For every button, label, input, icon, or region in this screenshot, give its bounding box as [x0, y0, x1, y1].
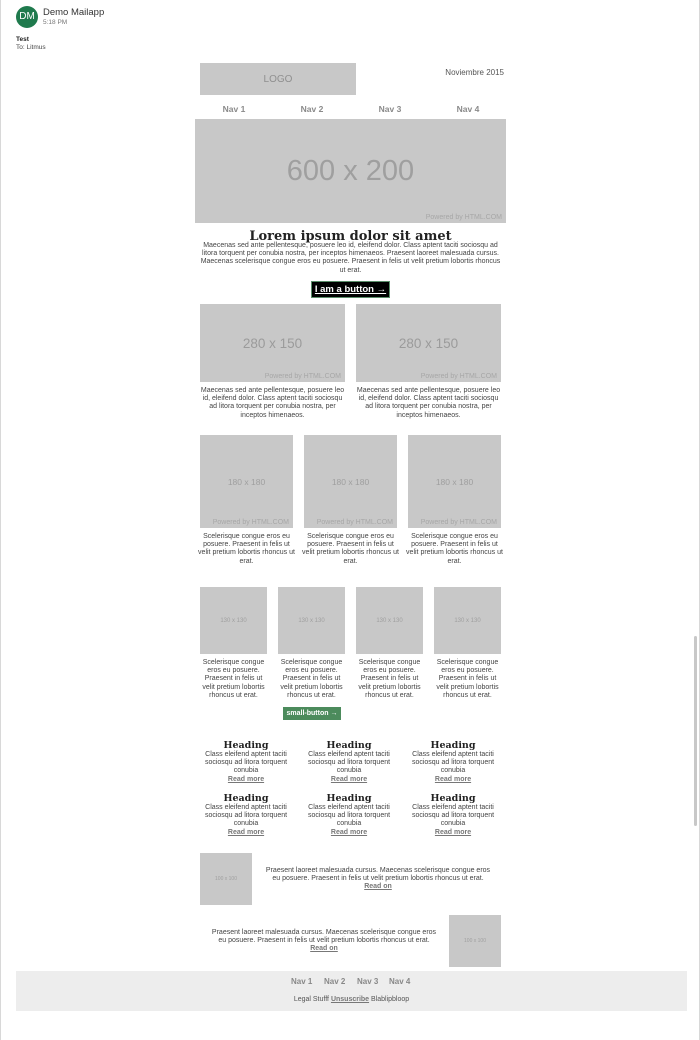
- read-more-link[interactable]: Read more: [198, 776, 294, 784]
- footer-nav-3[interactable]: Nav 3: [357, 977, 378, 986]
- image-280x150-2: 280 x 150 Powered by HTML.COM: [356, 304, 501, 382]
- hero-image-label: 600 x 200: [286, 154, 415, 187]
- heading-block: Heading Class eleifend aptent taciti soc…: [405, 740, 501, 784]
- block-text: Class eleifend aptent taciti sociosqu ad…: [411, 804, 495, 828]
- block-text: Class eleifend aptent taciti sociosqu ad…: [307, 751, 391, 775]
- heading-block: Heading Class eleifend aptent taciti soc…: [301, 793, 397, 837]
- image-label: 100 x 100: [215, 876, 237, 882]
- side-text-body: Praesent laoreet malesuada cursus. Maece…: [211, 929, 437, 945]
- four-col-text-2: Scelerisque congue eros eu posuere. Prae…: [280, 659, 343, 699]
- block-heading: Heading: [430, 793, 476, 804]
- image-label: 180 x 180: [435, 476, 474, 487]
- read-on-link[interactable]: Read on: [364, 883, 392, 890]
- read-more-link[interactable]: Read more: [198, 829, 294, 837]
- powered-by: Powered by HTML.COM: [420, 519, 497, 526]
- block-heading: Heading: [326, 793, 372, 804]
- hero-image: 600 x 200 Powered by HTML.COM: [195, 119, 506, 223]
- block-text: Class eleifend aptent taciti sociosqu ad…: [204, 804, 288, 828]
- image-130x130-4: 130 x 130: [434, 587, 501, 654]
- legal-suffix: Blablipbloop: [371, 996, 410, 1003]
- block-text: Class eleifend aptent taciti sociosqu ad…: [307, 804, 391, 828]
- block-text: Class eleifend aptent taciti sociosqu ad…: [204, 751, 288, 775]
- heading-block: Heading Class eleifend aptent taciti soc…: [198, 793, 294, 837]
- legal-line: Legal Stufff Unsuscribe Blablipbloop: [16, 996, 687, 1003]
- read-more-link[interactable]: Read more: [301, 829, 397, 837]
- image-100x100-left: 100 x 100: [200, 853, 252, 905]
- recipient-line: To: Litmus: [16, 44, 46, 51]
- footer-nav-2[interactable]: Nav 2: [324, 977, 345, 986]
- image-130x130-2: 130 x 130: [278, 587, 345, 654]
- powered-by: Powered by HTML.COM: [212, 519, 289, 526]
- side-text-right: Praesent laoreet malesuada cursus. Maece…: [211, 929, 437, 954]
- image-label: 100 x 100: [464, 938, 486, 944]
- image-130x130-3: 130 x 130: [356, 587, 423, 654]
- image-100x100-right: 100 x 100: [449, 915, 501, 967]
- small-button[interactable]: small-button →: [283, 707, 341, 720]
- unsubscribe-link[interactable]: Unsuscribe: [331, 996, 369, 1003]
- heading-block: Heading Class eleifend aptent taciti soc…: [198, 740, 294, 784]
- side-text-body: Praesent laoreet malesuada cursus. Maece…: [265, 867, 491, 883]
- read-more-link[interactable]: Read more: [405, 829, 501, 837]
- footer-nav-1[interactable]: Nav 1: [291, 977, 312, 986]
- image-180x180-1: 180 x 180 Powered by HTML.COM: [200, 435, 293, 528]
- three-col-text-3: Scelerisque congue eros eu posuere. Prae…: [406, 533, 503, 565]
- image-label: 130 x 130: [376, 617, 403, 624]
- read-on-link[interactable]: Read on: [310, 945, 338, 952]
- nav-link-2[interactable]: Nav 2: [273, 104, 351, 114]
- nav-link-1[interactable]: Nav 1: [195, 104, 273, 114]
- heading-block: Heading Class eleifend aptent taciti soc…: [301, 740, 397, 784]
- image-label: 130 x 130: [220, 617, 247, 624]
- powered-by: Powered by HTML.COM: [316, 519, 393, 526]
- image-180x180-2: 180 x 180 Powered by HTML.COM: [304, 435, 397, 528]
- nav-link-4[interactable]: Nav 4: [429, 104, 507, 114]
- four-col-text-1: Scelerisque congue eros eu posuere. Prae…: [202, 659, 265, 699]
- side-text-left: Praesent laoreet malesuada cursus. Maece…: [265, 867, 491, 892]
- two-col-text-1: Maecenas sed ante pellentesque, posuere …: [200, 387, 345, 419]
- logo-placeholder: LOGO: [200, 63, 356, 95]
- vertical-scrollbar[interactable]: [694, 636, 697, 826]
- legal-text: Legal Stufff: [293, 996, 329, 1003]
- sender-avatar[interactable]: DM: [16, 6, 38, 28]
- issue-date: Noviembre 2015: [445, 68, 504, 77]
- image-label: 180 x 180: [227, 476, 266, 487]
- image-280x150-1: 280 x 150 Powered by HTML.COM: [200, 304, 345, 382]
- sender-name[interactable]: Demo Mailapp: [43, 7, 104, 18]
- image-label: 280 x 150: [398, 335, 459, 351]
- image-label: 130 x 130: [454, 617, 481, 624]
- email-viewer: DM Demo Mailapp 5:18 PM Test To: Litmus …: [0, 0, 700, 1040]
- block-heading: Heading: [223, 793, 269, 804]
- heading-block: Heading Class eleifend aptent taciti soc…: [405, 793, 501, 837]
- hero-powered-by: Powered by HTML.COM: [425, 214, 502, 221]
- to-label: To:: [16, 44, 25, 51]
- intro-text: Maecenas sed ante pellentesque, posuere …: [200, 242, 501, 274]
- image-label: 130 x 130: [298, 617, 325, 624]
- four-col-text-3: Scelerisque congue eros eu posuere. Prae…: [358, 659, 421, 699]
- read-more-link[interactable]: Read more: [301, 776, 397, 784]
- block-text: Class eleifend aptent taciti sociosqu ad…: [411, 751, 495, 775]
- message-time: 5:18 PM: [43, 19, 68, 26]
- two-col-text-2: Maecenas sed ante pellentesque, posuere …: [356, 387, 501, 419]
- image-130x130-1: 130 x 130: [200, 587, 267, 654]
- read-more-link[interactable]: Read more: [405, 776, 501, 784]
- footer: [16, 971, 687, 1011]
- powered-by: Powered by HTML.COM: [420, 373, 497, 380]
- three-col-text-2: Scelerisque congue eros eu posuere. Prae…: [302, 533, 399, 565]
- block-heading: Heading: [326, 740, 372, 751]
- block-heading: Heading: [430, 740, 476, 751]
- four-col-text-4: Scelerisque congue eros eu posuere. Prae…: [436, 659, 499, 699]
- three-col-text-1: Scelerisque congue eros eu posuere. Prae…: [198, 533, 295, 565]
- block-heading: Heading: [223, 740, 269, 751]
- image-label: 180 x 180: [331, 476, 370, 487]
- nav-link-3[interactable]: Nav 3: [351, 104, 429, 114]
- image-180x180-3: 180 x 180 Powered by HTML.COM: [408, 435, 501, 528]
- recipient-name[interactable]: Litmus: [26, 44, 45, 51]
- powered-by: Powered by HTML.COM: [264, 373, 341, 380]
- primary-button[interactable]: I am a button →: [311, 281, 390, 298]
- footer-nav-4[interactable]: Nav 4: [389, 977, 410, 986]
- message-subject: Test: [16, 36, 29, 43]
- image-label: 280 x 150: [242, 335, 303, 351]
